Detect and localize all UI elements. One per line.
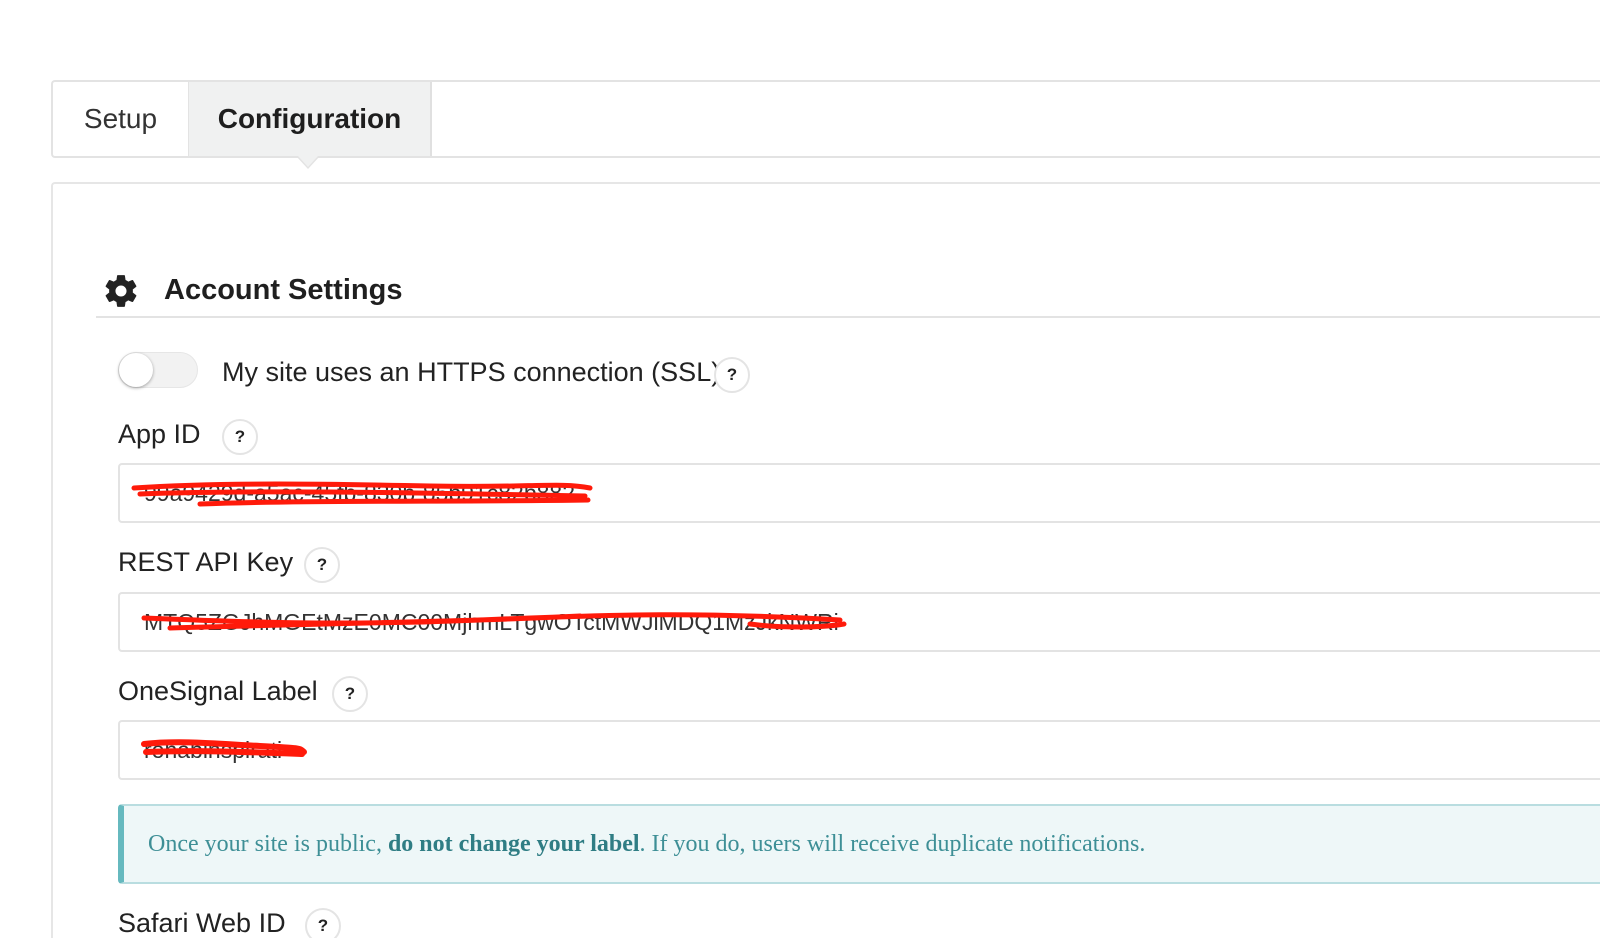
label-warning-notice: Once your site is public, do not change … [118, 804, 1600, 884]
notice-text-suffix: . If you do, users will receive duplicat… [639, 831, 1146, 857]
app-id-help-icon[interactable]: ? [222, 419, 258, 455]
section-header: Account Settings [96, 268, 1600, 318]
app-id-input[interactable]: 99a9429d-a5ac-45fb-830b-85b91c82b882 [118, 463, 1600, 523]
onesignal-label-label: OneSignal Label [118, 676, 318, 706]
notice-text-emphasis: do not change your label [387, 831, 640, 857]
onesignal-label-input[interactable]: rohabinspirati [118, 720, 1600, 780]
rest-api-key-help-icon[interactable]: ? [304, 547, 340, 583]
https-toggle-label: My site uses an HTTPS connection (SSL) [222, 357, 721, 387]
onesignal-settings-page: Setup Configuration Account Settings My … [0, 0, 1600, 938]
app-id-label: App ID [118, 419, 201, 449]
tab-bar: Setup Configuration [51, 80, 1600, 158]
tab-setup[interactable]: Setup [53, 82, 189, 156]
active-tab-pointer-fill [298, 156, 318, 167]
safari-web-id-help-icon[interactable]: ? [305, 908, 341, 938]
safari-web-id-label: Safari Web ID [118, 908, 286, 938]
section-title: Account Settings [164, 274, 403, 306]
onesignal-label-help-icon[interactable]: ? [332, 676, 368, 712]
https-toggle[interactable] [118, 352, 198, 388]
gear-icon [105, 275, 137, 307]
notice-text-prefix: Once your site is public, [148, 831, 388, 857]
tab-configuration[interactable]: Configuration [189, 82, 432, 156]
toggle-knob [119, 353, 153, 387]
rest-api-key-label: REST API Key [118, 547, 294, 577]
rest-api-key-input[interactable]: MTQ5ZGJhMGEtMzE0MC00MjhmLTgwOTctMWJlMDQ1… [118, 592, 1600, 652]
https-help-icon[interactable]: ? [714, 357, 750, 393]
